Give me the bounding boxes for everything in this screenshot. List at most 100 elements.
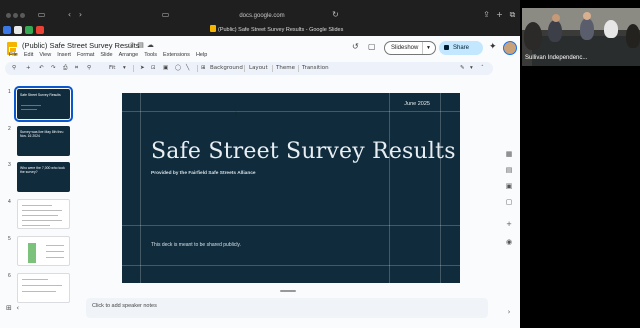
active-tab-title: (Public) Safe Street Survey Results - Go… xyxy=(218,27,344,33)
unknown-side-icon[interactable]: ◉ xyxy=(505,238,513,246)
slide-subtitle[interactable]: Provided by the Fairfield Safe Streets A… xyxy=(151,171,256,176)
sidebar-toggle-icon[interactable]: ▭ xyxy=(36,10,47,20)
collapse-toolbar-icon[interactable]: ˄ xyxy=(481,62,484,75)
pinned-tabs xyxy=(3,26,44,34)
pinned-tab-icon[interactable] xyxy=(3,26,11,34)
pinned-tab-icon[interactable] xyxy=(25,26,33,34)
keep-icon[interactable]: ▤ xyxy=(505,166,513,174)
slide-title[interactable]: Safe Street Survey Results xyxy=(151,139,456,164)
pinned-tab-icon[interactable] xyxy=(14,26,22,34)
pen-chevron-down-icon[interactable]: ▾ xyxy=(470,62,473,75)
current-slide[interactable]: June 2025 Safe Street Survey Results Pro… xyxy=(122,93,460,283)
layout-button[interactable]: Layout xyxy=(249,62,268,75)
shape-icon[interactable]: ◯ xyxy=(175,62,181,75)
pinned-tab-icon[interactable] xyxy=(36,26,44,34)
slide-thumbnail[interactable]: Survey was live May 8th thru Nov. 16 202… xyxy=(17,126,70,156)
zoom-icon[interactable]: ⚲ xyxy=(87,62,91,75)
chevron-down-icon[interactable]: ▼ xyxy=(426,42,431,54)
menu-bar: File Edit View Insert Format Slide Arran… xyxy=(9,52,207,58)
forward-icon[interactable]: › xyxy=(75,10,86,20)
move-folder-icon[interactable]: ▤ xyxy=(137,41,147,49)
menu-tools[interactable]: Tools xyxy=(144,52,157,58)
menu-slide[interactable]: Slide xyxy=(100,52,112,58)
slide-note[interactable]: This deck is meant to be shared publicly… xyxy=(151,242,241,248)
speaker-notes[interactable]: Click to add speaker notes xyxy=(86,298,488,318)
video-table xyxy=(532,36,640,66)
zoom-chevron-down-icon[interactable]: ▾ xyxy=(123,62,126,75)
theme-button[interactable]: Theme xyxy=(276,62,295,75)
address-bar[interactable]: docs.google.com xyxy=(200,10,324,22)
new-slide-icon[interactable]: + xyxy=(26,62,31,75)
minimize-window-dot[interactable] xyxy=(13,13,18,18)
menu-edit[interactable]: Edit xyxy=(24,52,33,58)
menu-help[interactable]: Help xyxy=(196,52,207,58)
slide-date[interactable]: June 2025 xyxy=(404,101,430,107)
grid-view-icon[interactable]: ⊞ xyxy=(6,304,12,312)
version-history-icon[interactable]: ↺ xyxy=(352,42,359,51)
gemini-icon[interactable]: ✦ xyxy=(489,42,497,52)
tasks-icon[interactable]: ▣ xyxy=(505,182,513,190)
slide-thumbnail[interactable]: Who were the 7,000 who took the survey? xyxy=(17,162,70,192)
thumb-line xyxy=(46,257,64,258)
close-window-dot[interactable] xyxy=(6,13,11,18)
share-page-icon[interactable]: ⇪ xyxy=(481,10,492,20)
line-icon[interactable]: ╲ xyxy=(186,62,189,75)
video-participant-label: Sullivan Independenc... xyxy=(525,55,588,61)
thumb-line xyxy=(22,225,50,226)
browser-top-bar: ▭ ‹ › ▭ docs.google.com ↻ ⇪ + ⧉ xyxy=(0,4,520,24)
active-tab[interactable]: (Public) Safe Street Survey Results - Go… xyxy=(210,24,390,36)
maximize-window-dot[interactable] xyxy=(20,13,25,18)
slideshow-button[interactable]: Slideshow ▼ xyxy=(384,41,436,55)
select-pointer-icon[interactable]: ➤ xyxy=(140,62,145,75)
slide-thumbnail[interactable] xyxy=(17,236,70,266)
tab-overview-icon[interactable]: ⧉ xyxy=(507,10,518,20)
screen-icon[interactable]: ▭ xyxy=(160,10,171,20)
menu-file[interactable]: File xyxy=(9,52,18,58)
menu-format[interactable]: Format xyxy=(77,52,94,58)
text-box-icon[interactable]: ⊡ xyxy=(151,62,156,75)
thumb-line xyxy=(21,109,37,110)
redo-icon[interactable]: ↷ xyxy=(51,62,56,75)
slide-thumbnail[interactable]: Safe Street Survey Results xyxy=(14,86,73,122)
image-icon[interactable]: ▣ xyxy=(163,62,168,75)
expand-panel-icon[interactable]: › xyxy=(505,308,513,316)
new-tab-icon[interactable]: + xyxy=(494,10,505,20)
thumb-line xyxy=(22,285,62,286)
share-button[interactable]: Share xyxy=(439,41,483,55)
speaker-notes-placeholder: Click to add speaker notes xyxy=(92,303,157,309)
comments-icon[interactable]: ▢ xyxy=(368,42,376,51)
notes-resize-handle[interactable] xyxy=(280,290,296,292)
editing-toolbar: ⚲ + ↶ ↷ ⎙ ⌗ ⚲ Fit ▾ ➤ ⊡ ▣ ◯ ╲ ⊞ Backgrou… xyxy=(5,62,493,75)
transition-button[interactable]: Transition xyxy=(302,62,329,75)
undo-icon[interactable]: ↶ xyxy=(39,62,44,75)
pen-icon[interactable]: ✎ xyxy=(460,62,465,75)
toolbar-divider xyxy=(298,65,299,72)
contacts-icon[interactable]: ▢ xyxy=(505,198,513,206)
print-icon[interactable]: ⎙ xyxy=(63,62,67,75)
reload-icon[interactable]: ↻ xyxy=(330,10,341,20)
filmstrip-controls: ⊞ ‹ xyxy=(6,304,19,312)
menu-arrange[interactable]: Arrange xyxy=(119,52,139,58)
menu-view[interactable]: View xyxy=(39,52,51,58)
search-menus-icon[interactable]: ⚲ xyxy=(12,62,16,75)
document-title[interactable]: (Public) Safe Street Survey Results xyxy=(22,41,140,50)
star-icon[interactable]: ☆ xyxy=(128,41,137,49)
text-cursor-icon: I xyxy=(235,111,237,118)
slide-thumbnail[interactable] xyxy=(17,199,70,229)
calendar-icon[interactable]: ▦ xyxy=(505,150,513,158)
cloud-status-icon[interactable]: ☁ xyxy=(147,41,157,49)
zoom-select[interactable]: Fit xyxy=(109,62,115,75)
back-icon[interactable]: ‹ xyxy=(64,10,75,20)
background-button[interactable]: Background xyxy=(210,62,243,75)
paint-format-icon[interactable]: ⌗ xyxy=(75,62,78,75)
avatar[interactable] xyxy=(503,41,517,55)
thumb-number: 4 xyxy=(8,199,11,205)
slide-thumbnail[interactable] xyxy=(17,273,70,303)
slide-filmstrip: 1 Safe Street Survey Results 2 Survey wa… xyxy=(0,80,80,303)
add-ons-icon[interactable]: + xyxy=(505,220,513,228)
video-person xyxy=(548,20,562,42)
menu-insert[interactable]: Insert xyxy=(57,52,71,58)
menu-extensions[interactable]: Extensions xyxy=(163,52,190,58)
collapse-filmstrip-icon[interactable]: ‹ xyxy=(16,304,19,312)
comment-add-icon[interactable]: ⊞ xyxy=(201,62,206,75)
